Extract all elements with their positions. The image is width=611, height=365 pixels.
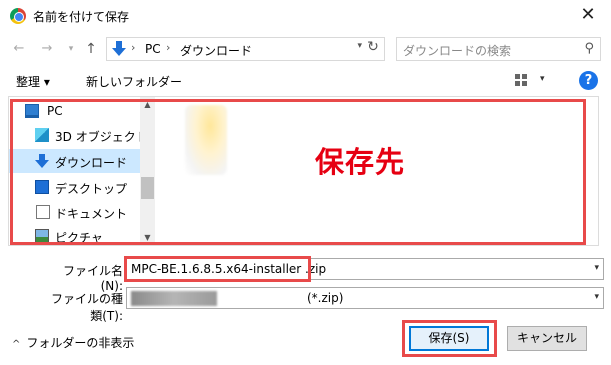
filetype-select[interactable]: (*.zip) ▾ <box>126 287 604 309</box>
annotation-highlight-box <box>124 256 311 282</box>
recent-locations-button[interactable]: ▾ <box>62 39 80 59</box>
command-toolbar: 整理 ▾ 新しいフォルダー ▾ ? <box>0 66 611 96</box>
search-input[interactable]: ダウンロードの検索 ⚲ <box>396 37 601 61</box>
back-button[interactable]: ← <box>10 39 28 59</box>
cancel-button[interactable]: キャンセル <box>507 326 587 351</box>
annotation-highlight-box <box>402 320 497 357</box>
chevron-down-icon[interactable]: ▾ <box>594 292 599 302</box>
address-history-dropdown[interactable]: ▾ <box>357 41 362 51</box>
help-icon[interactable]: ? <box>579 71 598 90</box>
up-button[interactable]: ↑ <box>82 39 100 59</box>
hide-folders-label: フォルダーの非表示 <box>26 336 135 350</box>
organize-menu[interactable]: 整理 ▾ <box>16 73 50 90</box>
breadcrumb-downloads[interactable]: ダウンロード <box>180 42 252 59</box>
view-options-dropdown[interactable]: ▾ <box>540 74 545 84</box>
filetype-label: ファイルの種類(T): <box>50 292 123 323</box>
breadcrumb-pc[interactable]: PC <box>145 42 161 56</box>
chevron-down-icon[interactable]: ▾ <box>594 263 599 273</box>
breadcrumb-separator[interactable]: › <box>131 41 135 54</box>
view-options-icon[interactable] <box>515 74 529 86</box>
title-bar: 名前を付けて保存 ✕ <box>0 0 611 32</box>
address-bar[interactable]: › PC › ダウンロード ▾ ↻ <box>106 37 385 61</box>
annotation-highlight-box <box>10 99 586 245</box>
search-icon[interactable]: ⚲ <box>584 41 594 56</box>
search-placeholder: ダウンロードの検索 <box>403 44 512 58</box>
filename-label: ファイル名(N): <box>62 264 123 293</box>
chrome-icon <box>10 8 26 24</box>
navigation-bar: ← → ▾ ↑ › PC › ダウンロード ▾ ↻ ダウンロードの検索 ⚲ <box>0 32 611 66</box>
download-icon <box>112 41 126 57</box>
hide-folders-toggle[interactable]: ^ フォルダーの非表示 <box>12 334 134 351</box>
chevron-up-icon: ^ <box>12 339 21 350</box>
new-folder-button[interactable]: 新しいフォルダー <box>86 73 182 90</box>
breadcrumb-separator[interactable]: › <box>166 41 170 54</box>
close-button[interactable]: ✕ <box>573 2 603 28</box>
filetype-value: (*.zip) <box>307 291 344 305</box>
forward-button[interactable]: → <box>38 39 56 59</box>
refresh-button[interactable]: ↻ <box>364 39 382 59</box>
window-title: 名前を付けて保存 <box>33 10 130 24</box>
blurred-filetype-name <box>131 291 217 306</box>
